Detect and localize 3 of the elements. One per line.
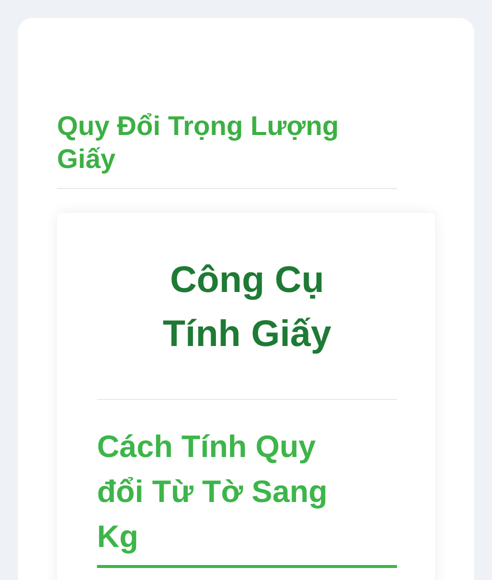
section-heading: Cách Tính Quy đổi Từ Tờ Sang Kg bbox=[97, 424, 397, 568]
card-title: Công Cụ Tính Giấy bbox=[97, 253, 397, 400]
page-title: Quy Đổi Trọng Lượng Giấy bbox=[57, 110, 397, 189]
